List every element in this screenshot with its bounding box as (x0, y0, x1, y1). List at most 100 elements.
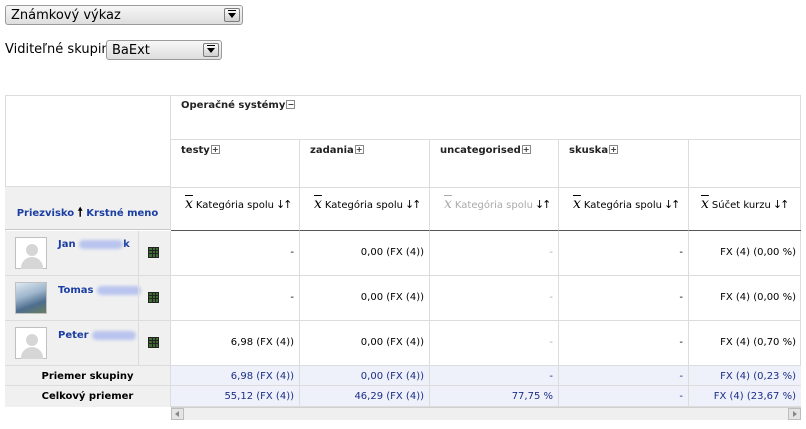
grade-value: - (549, 337, 553, 348)
column-name: testy (181, 145, 210, 156)
aggregate-label: Kategória spolu (324, 200, 403, 211)
grade-cell[interactable]: FX (4) (0,00 %) (689, 231, 801, 276)
mean-icon[interactable]: x (701, 196, 709, 212)
grade-value: - (290, 247, 294, 258)
aggregate-header[interactable]: x Súčet kurzu ↓↑ (701, 196, 790, 212)
sort-icon[interactable]: ↓↑ (405, 198, 422, 211)
groups-select[interactable]: BaExt (106, 40, 222, 60)
grade-cell[interactable]: 0,00 (FX (4)) (300, 321, 430, 366)
expand-icon[interactable]: + (521, 145, 531, 154)
group-average-cell: - (559, 366, 689, 386)
chevron-down-icon (224, 8, 240, 22)
expand-icon[interactable]: + (210, 145, 220, 154)
grade-cell[interactable]: 0,00 (FX (4)) (300, 231, 430, 276)
column-header-2: uncategorised + x Kategória spolu ↓↑ (430, 140, 559, 231)
grade-value: - (679, 247, 683, 258)
average-value: - (679, 371, 683, 382)
average-value: 55,12 (FX (4)) (224, 391, 294, 402)
column-name: uncategorised (440, 145, 521, 156)
sort-surname-link[interactable]: Priezvisko (17, 208, 74, 219)
overall-average-cell: 77,75 % (430, 386, 559, 407)
expand-icon[interactable]: + (354, 145, 364, 154)
aggregate-label: Súčet kurzu (711, 200, 771, 211)
column-header-1: zadania + x Kategória spolu ↓↑ (300, 140, 430, 231)
redacted-surname (96, 285, 141, 295)
collapse-icon[interactable]: − (286, 100, 296, 109)
aggregate-header[interactable]: x Kategória spolu ↓↑ (444, 196, 552, 212)
student-row: Tomas (5, 276, 171, 321)
grade-value: FX (4) (0,70 %) (720, 337, 796, 348)
mean-icon[interactable]: x (185, 196, 193, 212)
mean-icon[interactable]: x (314, 196, 322, 212)
grade-value: - (549, 247, 553, 258)
grade-value: 0,00 (FX (4)) (360, 292, 424, 303)
report-select-value: Známkový výkaz (11, 8, 121, 23)
group-average-cell: 0,00 (FX (4)) (300, 366, 430, 386)
aggregate-label: Kategória spolu (195, 200, 274, 211)
grade-value: 6,98 (FX (4)) (230, 337, 294, 348)
sort-icon[interactable]: ↓↑ (535, 198, 552, 211)
horizontal-scrollbar[interactable] (171, 407, 801, 420)
mean-icon[interactable]: x (573, 196, 581, 212)
average-value: 6,98 (FX (4)) (230, 371, 294, 382)
category-header: Operačné systémy − (171, 95, 801, 140)
aggregate-label: Kategória spolu (454, 200, 533, 211)
name-sort-header[interactable]: Priezvisko 🠕 Krstné meno (5, 187, 171, 230)
expand-icon[interactable]: + (609, 145, 619, 154)
student-name-link[interactable]: Peter (58, 330, 137, 341)
grade-cell[interactable]: FX (4) (0,70 %) (689, 321, 801, 366)
redacted-surname (79, 239, 124, 249)
grade-cell[interactable]: - (430, 276, 559, 321)
grade-cell[interactable]: - (559, 276, 689, 321)
sort-icon[interactable]: ↓↑ (773, 198, 790, 211)
grade-cell[interactable]: FX (4) (0,00 %) (689, 276, 801, 321)
scroll-right-icon[interactable] (788, 408, 801, 420)
grade-cell[interactable]: - (430, 321, 559, 366)
grade-value: - (290, 292, 294, 303)
student-first-name: Tomas (58, 285, 94, 296)
average-value: - (679, 391, 683, 402)
average-value: - (549, 371, 553, 382)
report-select[interactable]: Známkový výkaz (5, 5, 243, 25)
grade-cell[interactable]: 0,00 (FX (4)) (300, 276, 430, 321)
groups-label: Viditeľné skupiny (5, 42, 118, 57)
avatar[interactable] (15, 237, 47, 269)
grade-cell[interactable]: - (171, 231, 300, 276)
grade-cell[interactable]: - (559, 321, 689, 366)
grade-report-icon[interactable] (148, 337, 159, 348)
grade-report-icon[interactable] (148, 292, 159, 303)
avatar[interactable] (15, 282, 47, 314)
overall-average-cell: - (559, 386, 689, 407)
student-name-link[interactable]: Jan k (58, 239, 130, 250)
column-header-4: x Súčet kurzu ↓↑ (689, 140, 801, 231)
grade-cell[interactable]: - (430, 231, 559, 276)
group-average-cell: FX (4) (0,23 %) (689, 366, 801, 386)
mean-icon[interactable]: x (444, 196, 452, 212)
sort-icon[interactable]: ↓↑ (276, 198, 293, 211)
overall-average-label-cell: Celkový priemer (5, 386, 171, 407)
overall-average-label: Celkový priemer (41, 391, 134, 402)
aggregate-header[interactable]: x Kategória spolu ↓↑ (573, 196, 681, 212)
grade-report-icon[interactable] (148, 247, 159, 258)
scroll-left-icon[interactable] (171, 408, 184, 420)
average-value: 77,75 % (511, 391, 553, 402)
aggregate-header[interactable]: x Kategória spolu ↓↑ (314, 196, 422, 212)
arrow-up-icon: 🠕 (77, 205, 83, 219)
student-first-name: Jan (58, 239, 76, 250)
avatar[interactable] (15, 327, 47, 359)
column-header-3: skuska + x Kategória spolu ↓↑ (559, 140, 689, 231)
grade-value: - (679, 292, 683, 303)
grade-cell[interactable]: - (559, 231, 689, 276)
sort-firstname-link[interactable]: Krstné meno (86, 208, 158, 219)
column-name: zadania (310, 145, 354, 156)
grade-cell[interactable]: - (171, 276, 300, 321)
student-name-link[interactable]: Tomas (58, 285, 141, 296)
sort-icon[interactable]: ↓↑ (664, 198, 681, 211)
grade-value: - (549, 292, 553, 303)
group-average-label-cell: Priemer skupiny (5, 366, 171, 386)
grade-cell[interactable]: 6,98 (FX (4)) (171, 321, 300, 366)
aggregate-header[interactable]: x Kategória spolu ↓↑ (185, 196, 293, 212)
left-blank-header (5, 95, 171, 187)
group-average-cell: - (430, 366, 559, 386)
grade-value: - (679, 337, 683, 348)
